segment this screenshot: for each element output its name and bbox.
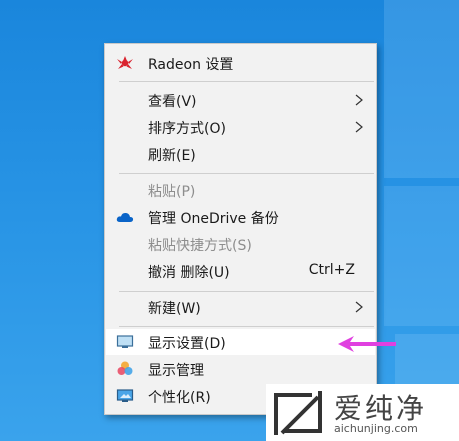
menu-item-label: 粘贴快捷方式(S)	[148, 238, 252, 254]
menu-item-label: 排序方式(O)	[148, 121, 226, 137]
menu-item-manage-onedrive-backup[interactable]: 管理 OneDrive 备份	[106, 204, 375, 230]
menu-item-label: 个性化(R)	[148, 390, 211, 406]
watermark-logo-icon	[274, 391, 322, 435]
menu-item-new[interactable]: 新建(W)	[106, 294, 375, 320]
annotation-arrow-icon	[338, 336, 396, 352]
menu-item-shortcut: Ctrl+Z	[308, 262, 355, 278]
display-manager-icon	[116, 361, 134, 377]
menu-item-label: 管理 OneDrive 备份	[148, 211, 279, 227]
menu-item-label: 显示管理	[148, 363, 204, 379]
menu-separator	[119, 291, 374, 292]
menu-item-display-settings[interactable]: 显示设置(D)	[106, 329, 375, 355]
menu-item-undo-delete[interactable]: 撤消 删除(U) Ctrl+Z	[106, 258, 375, 284]
menu-item-display-manager[interactable]: 显示管理	[106, 356, 375, 382]
menu-item-refresh[interactable]: 刷新(E)	[106, 141, 375, 167]
menu-item-paste-shortcut[interactable]: 粘贴快捷方式(S)	[106, 231, 375, 257]
watermark-url: aichunjing.com	[334, 422, 418, 435]
desktop-context-menu: Radeon 设置 查看(V) 排序方式(O) 刷新(E) 粘贴(P) 管理 O…	[104, 43, 377, 415]
menu-item-paste[interactable]: 粘贴(P)	[106, 177, 375, 203]
menu-item-sort-by[interactable]: 排序方式(O)	[106, 114, 375, 140]
menu-item-label: 新建(W)	[148, 301, 201, 317]
chevron-right-icon	[355, 301, 363, 313]
site-watermark: 爱纯净 aichunjing.com	[266, 384, 459, 441]
windows-logo-pane	[384, 0, 459, 178]
menu-item-label: 粘贴(P)	[148, 184, 196, 200]
chevron-right-icon	[355, 121, 363, 133]
menu-item-label: Radeon 设置	[148, 57, 234, 73]
menu-item-view[interactable]: 查看(V)	[106, 87, 375, 113]
menu-item-label: 刷新(E)	[148, 148, 196, 164]
personalize-icon	[116, 388, 134, 404]
onedrive-icon	[116, 209, 134, 225]
menu-item-label: 撤消 删除(U)	[148, 265, 230, 281]
windows-logo-pane	[384, 186, 459, 326]
menu-separator	[119, 173, 374, 174]
display-settings-icon	[116, 334, 134, 350]
menu-item-radeon-settings[interactable]: Radeon 设置	[106, 50, 375, 76]
menu-separator	[119, 326, 374, 327]
menu-separator	[119, 81, 374, 82]
menu-item-label: 查看(V)	[148, 94, 197, 110]
menu-item-label: 显示设置(D)	[148, 336, 226, 352]
watermark-text: 爱纯净	[334, 392, 428, 425]
chevron-right-icon	[355, 94, 363, 106]
radeon-icon	[116, 55, 134, 71]
